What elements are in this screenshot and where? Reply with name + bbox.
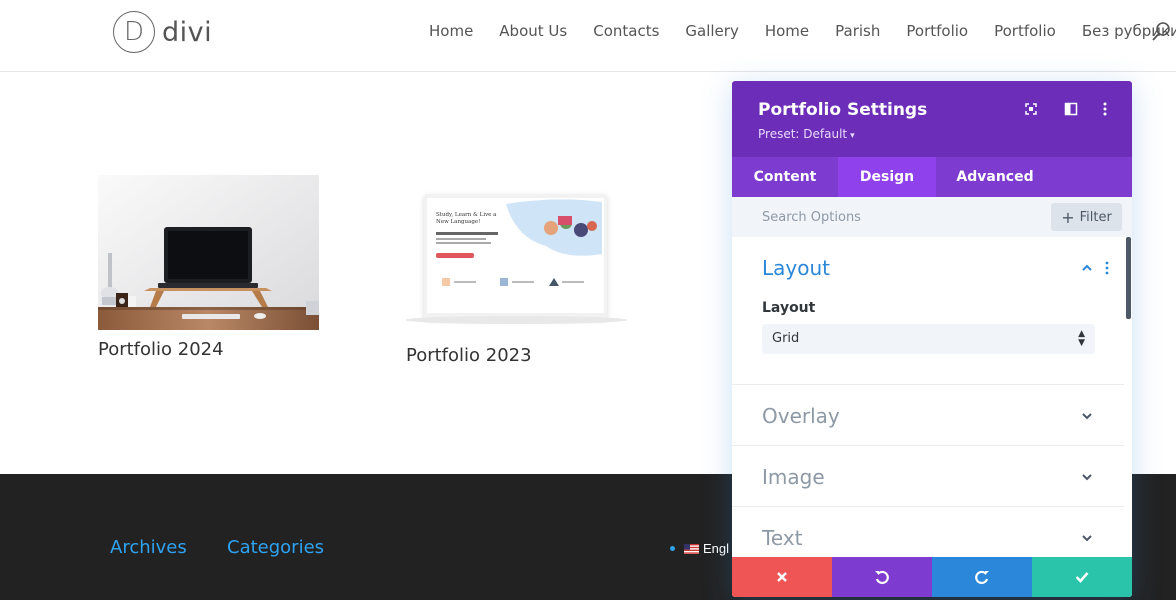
tab-content[interactable]: Content [732, 157, 838, 197]
language-label[interactable]: Engl [703, 541, 729, 556]
footer-widget-archives: Archives [110, 537, 187, 558]
settings-panel: Layout Layout Grid ▲ ▼ Overlay Image Tex… [732, 237, 1132, 557]
section-overlay[interactable]: Overlay [732, 385, 1124, 446]
layout-select[interactable]: Grid ▲ ▼ [762, 324, 1095, 354]
chevron-down-icon[interactable] [1081, 531, 1093, 543]
us-flag-icon [684, 543, 699, 554]
modal-header[interactable]: Portfolio Settings Preset: Default ▾ [732, 81, 1132, 157]
logo-mark: D [113, 11, 155, 53]
bullet-icon [670, 546, 675, 551]
portfolio-title[interactable]: Portfolio 2023 [406, 345, 627, 366]
portfolio-item[interactable]: Study, Learn & Live a New Language! Port… [406, 188, 627, 366]
section-text[interactable]: Text [732, 507, 1124, 557]
preset-dropdown[interactable]: Preset: Default ▾ [758, 127, 855, 141]
mockup-heading: Study, Learn & Live a [436, 212, 497, 218]
modal-action-bar [732, 557, 1132, 597]
caret-down-icon: ▾ [850, 131, 855, 141]
plus-icon: + [1061, 207, 1075, 227]
section-image[interactable]: Image [732, 446, 1124, 507]
site-logo[interactable]: D divi [113, 11, 212, 53]
nav-item-portfolio-2[interactable]: Portfolio [981, 22, 1069, 40]
preset-label: Preset: Default [758, 127, 848, 141]
main-nav: Home About Us Contacts Gallery Home Pari… [416, 22, 1176, 40]
fullscreen-icon[interactable] [1024, 102, 1038, 116]
tab-design[interactable]: Design [838, 157, 936, 197]
nav-item-contacts[interactable]: Contacts [580, 22, 672, 40]
nav-item-home-2[interactable]: Home [752, 22, 822, 40]
chevron-down-icon[interactable] [1081, 470, 1093, 482]
chevron-down-icon[interactable] [1081, 409, 1093, 421]
settings-tabs: Content Design Advanced [732, 157, 1132, 197]
undo-icon [875, 570, 889, 585]
more-options-icon[interactable] [1098, 102, 1112, 116]
nav-item-home[interactable]: Home [416, 22, 486, 40]
search-icon[interactable] [1152, 22, 1172, 42]
filter-label: Filter [1079, 209, 1112, 225]
cancel-button[interactable] [732, 557, 832, 597]
portfolio-settings-modal: Portfolio Settings Preset: Default ▾ Cont… [732, 81, 1132, 597]
portfolio-image-mockup[interactable]: Study, Learn & Live a New Language! [406, 188, 627, 328]
nav-item-gallery[interactable]: Gallery [672, 22, 751, 40]
redo-button[interactable] [932, 557, 1032, 597]
nav-item-portfolio[interactable]: Portfolio [893, 22, 981, 40]
layout-select-value: Grid [772, 331, 800, 346]
portfolio-item[interactable]: Portfolio 2024 [98, 175, 319, 360]
section-title[interactable]: Layout [762, 256, 830, 280]
modal-title: Portfolio Settings [758, 100, 928, 120]
section-title[interactable]: Image [762, 465, 825, 489]
nav-item-about-us[interactable]: About Us [486, 22, 580, 40]
footer-widget-categories: Categories [227, 537, 325, 558]
close-icon [777, 572, 787, 582]
search-options-input[interactable]: Search Options [762, 210, 861, 225]
section-layout: Layout Layout Grid ▲ ▼ [732, 237, 1124, 385]
undo-button[interactable] [832, 557, 932, 597]
panel-scrollbar[interactable] [1126, 237, 1131, 319]
section-title[interactable]: Text [762, 526, 802, 550]
tab-advanced[interactable]: Advanced [936, 157, 1054, 197]
select-arrows-icon: ▲ ▼ [1078, 329, 1085, 348]
checkmark-icon [1075, 572, 1089, 583]
layout-field-label: Layout [762, 300, 816, 316]
logo-text: divi [162, 16, 213, 48]
save-button[interactable] [1032, 557, 1132, 597]
page: D divi Home About Us Contacts Gallery Ho… [0, 0, 1176, 600]
filter-button[interactable]: + Filter [1051, 203, 1122, 231]
site-header: D divi Home About Us Contacts Gallery Ho… [0, 0, 1176, 72]
portfolio-title[interactable]: Portfolio 2024 [98, 339, 319, 360]
nav-item-parish[interactable]: Parish [822, 22, 893, 40]
snap-sidebar-icon[interactable] [1064, 102, 1078, 116]
language-switcher[interactable]: Engl [670, 541, 729, 556]
mockup-heading-2: New Language! [436, 219, 480, 225]
section-options-icon[interactable] [1104, 261, 1110, 275]
redo-icon [975, 570, 989, 585]
section-title[interactable]: Overlay [762, 404, 840, 428]
portfolio-image-laptop[interactable] [98, 175, 319, 330]
chevron-up-icon[interactable] [1081, 261, 1093, 273]
options-search: Search Options + Filter [732, 197, 1132, 237]
